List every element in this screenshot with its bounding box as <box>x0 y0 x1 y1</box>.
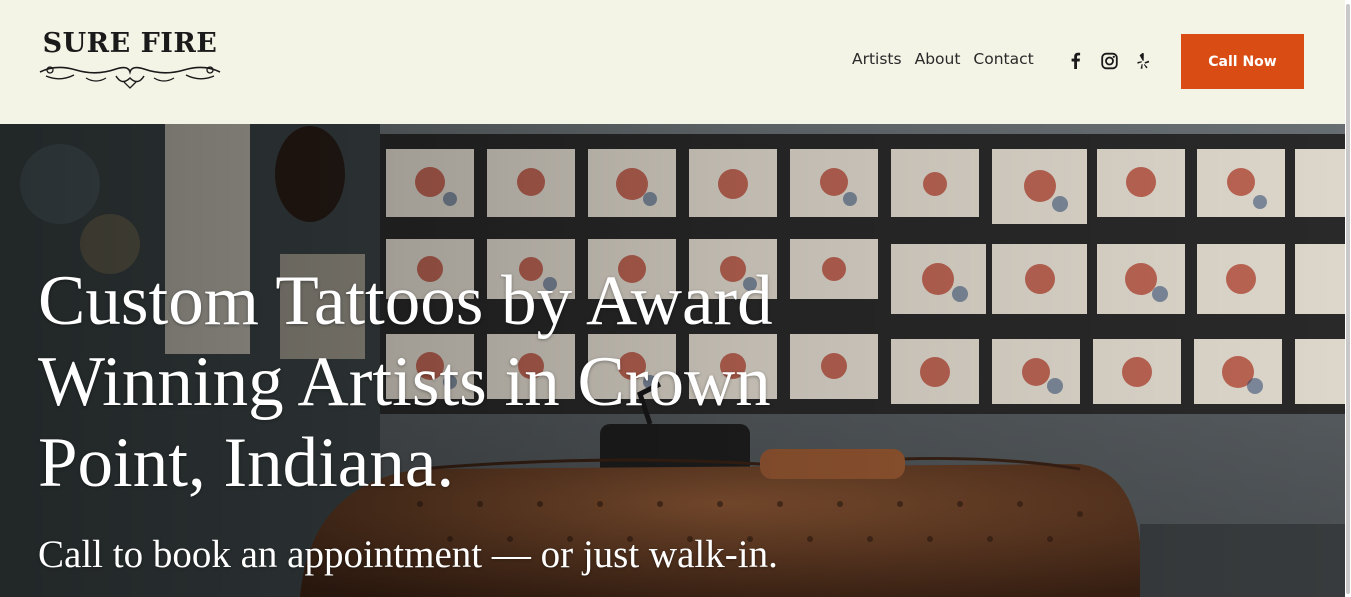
nav-link-contact[interactable]: Contact <box>973 50 1033 68</box>
logo-flourish <box>39 66 221 89</box>
nav-link-about[interactable]: About <box>915 50 961 68</box>
yelp-icon[interactable] <box>1134 51 1153 71</box>
main-nav: Artists About Contact <box>852 50 1034 68</box>
logo[interactable]: SURE FIRE <box>36 28 224 92</box>
site-header: SURE FIRE Artists About Contact Call Now <box>0 0 1345 124</box>
logo-text: SURE FIRE <box>42 28 218 59</box>
social-links <box>1066 51 1153 71</box>
nav-link-artists[interactable]: Artists <box>852 50 902 68</box>
instagram-icon[interactable] <box>1100 51 1119 71</box>
facebook-icon[interactable] <box>1066 51 1085 71</box>
call-now-button[interactable]: Call Now <box>1181 34 1304 89</box>
scrollbar-thumb[interactable] <box>1346 4 1350 594</box>
hero-headline: Custom Tattoos by Award Winning Artists … <box>38 262 773 502</box>
scrollbar[interactable] <box>1345 0 1351 597</box>
hero: Custom Tattoos by Award Winning Artists … <box>0 124 1345 597</box>
hero-subheadline: Call to book an appointment — or just wa… <box>38 533 778 576</box>
